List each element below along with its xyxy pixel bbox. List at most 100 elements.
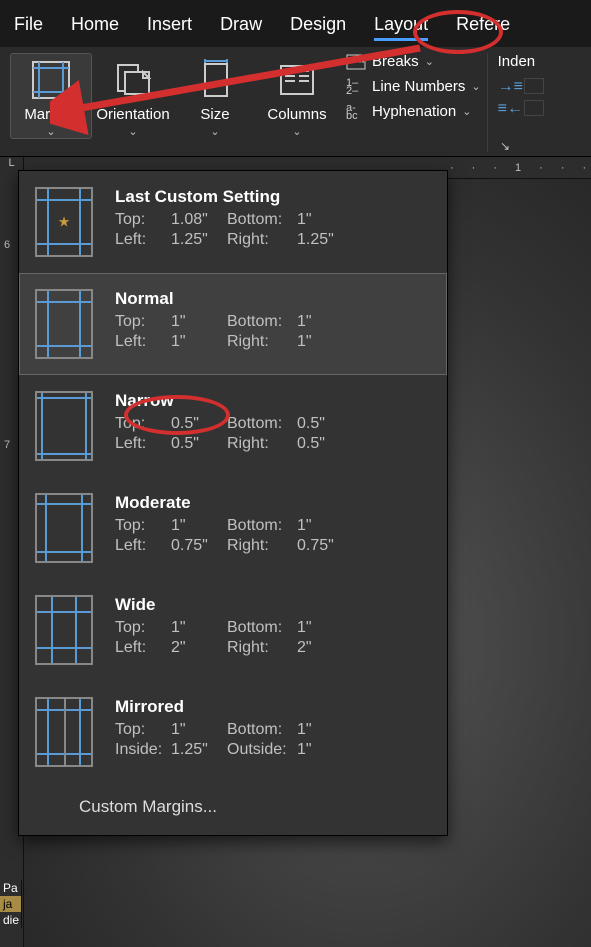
left-truncated-panel: Pa ja die	[0, 880, 22, 928]
chevron-down-icon: ⌄	[210, 125, 219, 138]
margin-value: 1"	[297, 721, 343, 739]
margins-button[interactable]: Margins ⌄	[10, 53, 92, 139]
margin-value: 1"	[297, 211, 343, 229]
indent-heading: Inden	[498, 53, 558, 70]
margin-value: Left:	[115, 639, 171, 657]
margin-value: Right:	[227, 435, 297, 453]
breaks-button[interactable]: Breaks ⌄	[346, 53, 481, 70]
margin-value: 1"	[171, 721, 227, 739]
ruler-label: 7	[4, 439, 10, 451]
margin-value: 0.75"	[171, 537, 227, 555]
margin-values-grid: Top:1.08"Bottom:1"Left:1.25"Right:1.25"	[115, 211, 343, 249]
tab-home[interactable]: Home	[57, 8, 133, 43]
margin-preset-moderate[interactable]: ModerateTop:1"Bottom:1"Left:0.75"Right:0…	[19, 477, 447, 579]
ruler-tick: ·	[493, 162, 497, 174]
margin-preset-wide[interactable]: WideTop:1"Bottom:1"Left:2"Right:2"	[19, 579, 447, 681]
margin-value: Right:	[227, 537, 297, 555]
indent-left-icon: →≡	[498, 78, 518, 94]
margin-value: 1"	[297, 619, 343, 637]
custom-margins-button[interactable]: Custom Margins...	[19, 783, 447, 835]
margin-value: Right:	[227, 639, 297, 657]
margin-values-grid: Top:1"Bottom:1"Left:1"Right:1"	[115, 313, 343, 351]
chevron-down-icon: ⌄	[462, 105, 471, 118]
margin-thumb-icon	[35, 391, 93, 461]
tab-design[interactable]: Design	[276, 8, 360, 43]
margin-preset-mirrored[interactable]: Mirrored Top:1"Bottom:1"Inside:1.25"Outsi…	[19, 681, 447, 783]
margins-label: Margins	[24, 106, 77, 123]
margin-thumb-icon: ★	[35, 187, 93, 257]
truncated-text: ja	[0, 896, 21, 912]
margin-preset-last-custom-setting[interactable]: ★Last Custom SettingTop:1.08"Bottom:1"Le…	[19, 171, 447, 273]
margin-preset-narrow[interactable]: NarrowTop:0.5"Bottom:0.5"Left:0.5"Right:…	[19, 375, 447, 477]
margin-preset-title: Last Custom Setting	[115, 187, 343, 207]
ruler-tick: ·	[539, 162, 543, 174]
margin-value: Outside:	[227, 741, 297, 759]
columns-button[interactable]: Columns ⌄	[256, 53, 338, 139]
margin-values-grid: Top:1"Bottom:1"Left:2"Right:2"	[115, 619, 343, 657]
margin-value: 2"	[297, 639, 343, 657]
size-button[interactable]: Size ⌄	[174, 53, 256, 139]
margin-value: Inside:	[115, 741, 171, 759]
margin-value: 0.5"	[297, 435, 343, 453]
star-icon: ★	[58, 214, 71, 231]
margin-preset-text: Mirrored Top:1"Bottom:1"Inside:1.25"Outsi…	[115, 697, 343, 759]
tab-layout[interactable]: Layout	[360, 8, 442, 43]
margin-preset-title: Moderate	[115, 493, 343, 513]
margins-icon	[29, 58, 73, 102]
margin-value: 1"	[297, 517, 343, 535]
margin-value: 1.25"	[297, 231, 343, 249]
margins-dropdown: ★Last Custom SettingTop:1.08"Bottom:1"Le…	[18, 170, 448, 836]
tab-references[interactable]: Refere	[442, 8, 524, 43]
tab-insert[interactable]: Insert	[133, 8, 206, 43]
margin-preset-text: Last Custom SettingTop:1.08"Bottom:1"Lef…	[115, 187, 343, 249]
ribbon-tabs: File Home Insert Draw Design Layout Refe…	[0, 0, 591, 47]
layout-ribbon: Margins ⌄ Orientation ⌄ Size ⌄	[0, 47, 591, 157]
chevron-down-icon: ⌄	[292, 125, 301, 138]
margin-preset-normal[interactable]: Normal Top:1"Bottom:1"Left:1"Right:1"	[19, 273, 447, 375]
ruler-tick: ·	[450, 162, 454, 174]
margin-value: 1"	[297, 313, 343, 331]
page-setup-group: Margins ⌄ Orientation ⌄ Size ⌄	[4, 53, 488, 152]
tab-file[interactable]: File	[0, 8, 57, 43]
breaks-icon	[346, 54, 366, 70]
indent-right-icon: ≡←	[498, 100, 518, 116]
truncated-text: Pa	[0, 880, 21, 896]
truncated-text: die	[0, 912, 21, 928]
margin-value: Top:	[115, 211, 171, 229]
line-numbers-icon: 1–2–	[346, 79, 366, 95]
margin-value: 0.75"	[297, 537, 343, 555]
page-setup-small-buttons: Breaks ⌄ 1–2– Line Numbers ⌄ a-bc Hyphen…	[338, 53, 481, 120]
columns-label: Columns	[267, 106, 326, 123]
hyphenation-label: Hyphenation	[372, 103, 456, 120]
margin-value: Top:	[115, 415, 171, 433]
margin-value: 0.5"	[171, 435, 227, 453]
margin-preset-title: Normal	[115, 289, 343, 309]
margin-preset-title: Mirrored	[115, 697, 343, 717]
margin-value: 1"	[171, 333, 227, 351]
margin-value: Left:	[115, 333, 171, 351]
margin-values-grid: Top:1"Bottom:1"Inside:1.25"Outside:1"	[115, 721, 343, 759]
chevron-down-icon: ⌄	[471, 80, 480, 93]
margin-value: 1"	[171, 313, 227, 331]
breaks-label: Breaks	[372, 53, 419, 70]
margin-thumb-icon	[35, 697, 93, 767]
chevron-down-icon: ⌄	[46, 125, 55, 138]
hyphenation-icon: a-bc	[346, 104, 366, 120]
indent-right-button[interactable]: ≡←	[498, 100, 558, 116]
margin-value: Left:	[115, 231, 171, 249]
margin-values-grid: Top:0.5"Bottom:0.5"Left:0.5"Right:0.5"	[115, 415, 343, 453]
hyphenation-button[interactable]: a-bc Hyphenation ⌄	[346, 103, 481, 120]
margin-values-grid: Top:1"Bottom:1"Left:0.75"Right:0.75"	[115, 517, 343, 555]
margin-value: 1.25"	[171, 741, 227, 759]
dialog-launcher-icon[interactable]: ↘	[500, 139, 510, 153]
margin-value: 1"	[297, 741, 343, 759]
chevron-down-icon: ⌄	[425, 55, 434, 68]
line-numbers-button[interactable]: 1–2– Line Numbers ⌄	[346, 78, 481, 95]
margin-thumb-icon	[35, 493, 93, 563]
margin-value: Top:	[115, 517, 171, 535]
indent-left-button[interactable]: →≡	[498, 78, 558, 94]
margin-value: Top:	[115, 313, 171, 331]
orientation-button[interactable]: Orientation ⌄	[92, 53, 174, 139]
margin-preset-text: WideTop:1"Bottom:1"Left:2"Right:2"	[115, 595, 343, 657]
tab-draw[interactable]: Draw	[206, 8, 276, 43]
